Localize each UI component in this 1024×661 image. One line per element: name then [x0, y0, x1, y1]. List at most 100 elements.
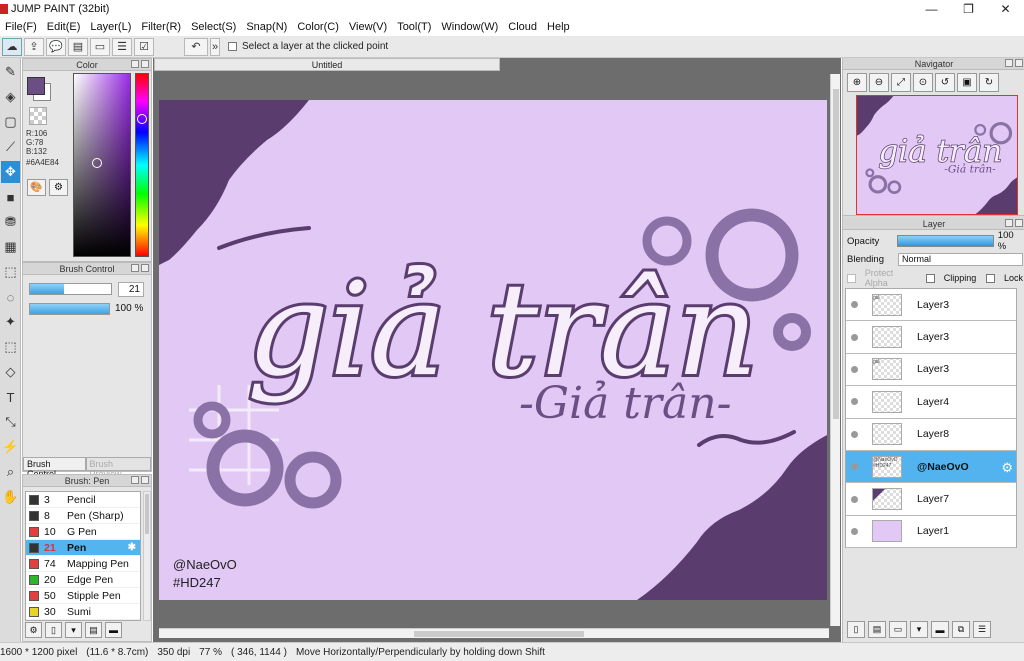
layer-row[interactable]: @NaeOvO #HD247 @NaeOvO ⚙: [846, 450, 1016, 484]
brush-list-scrollbar[interactable]: [143, 491, 151, 621]
navigator-preview[interactable]: giả trân -Giả trân-: [856, 95, 1018, 215]
copy-layer-icon[interactable]: ⧉: [952, 621, 970, 638]
panel-close-icon[interactable]: [1015, 59, 1023, 67]
tab-brush-control[interactable]: Brush Control: [23, 457, 86, 479]
actual-size-icon[interactable]: ▣: [957, 73, 977, 92]
brush-copy-icon[interactable]: ▤: [85, 622, 102, 638]
text-tool-icon[interactable]: T: [1, 386, 20, 408]
clipping-checkbox[interactable]: [926, 273, 935, 283]
select-layer-checkbox[interactable]: [228, 42, 237, 51]
operation-tool-icon[interactable]: ⤡: [1, 411, 20, 433]
magic-wand-icon[interactable]: ✦: [1, 311, 20, 333]
protect-alpha-checkbox[interactable]: [847, 273, 856, 283]
layer-row[interactable]: Layer8: [846, 419, 1016, 451]
panel-close-icon[interactable]: [1015, 219, 1023, 227]
brush-settings-icon[interactable]: ⚙: [25, 622, 42, 638]
layer-opacity-slider[interactable]: [897, 235, 994, 247]
new-halftone-layer-icon[interactable]: ▤: [868, 621, 886, 638]
hand-tool-icon[interactable]: ✋: [1, 486, 20, 508]
layer-row[interactable]: giả Layer3: [846, 289, 1016, 322]
brush-tool-icon[interactable]: ✎: [1, 61, 20, 83]
menu-cloud[interactable]: Cloud: [503, 21, 542, 33]
panel-undock-icon[interactable]: [131, 60, 139, 68]
panel-undock-icon[interactable]: [131, 476, 139, 484]
select-pen-icon[interactable]: ⬚: [1, 336, 20, 358]
brush-item[interactable]: 3 Pencil: [26, 492, 140, 508]
brush-item[interactable]: 74 Mapping Pen: [26, 556, 140, 572]
canvas-horizontal-scrollbar[interactable]: [159, 628, 829, 638]
panel-close-icon[interactable]: [141, 60, 149, 68]
layer-settings-gear-icon[interactable]: ⚙: [1001, 460, 1013, 476]
visibility-toggle[interactable]: [846, 398, 862, 406]
zoom-reset-icon[interactable]: ⊙: [913, 73, 933, 92]
zoom-out-icon[interactable]: ⊖: [869, 73, 889, 92]
visibility-toggle[interactable]: [846, 495, 862, 503]
visibility-toggle[interactable]: [846, 301, 862, 309]
menu-filter[interactable]: Filter(R): [136, 21, 186, 33]
comment-icon[interactable]: 💬: [46, 37, 66, 56]
foreground-color-swatch[interactable]: [27, 77, 45, 95]
panel-close-icon[interactable]: [141, 264, 149, 272]
menu-edit[interactable]: Edit(E): [42, 21, 86, 33]
list-icon[interactable]: ☰: [112, 37, 132, 56]
bucket-tool-icon[interactable]: ⛃: [1, 211, 20, 233]
menu-view[interactable]: View(V): [344, 21, 392, 33]
brush-item[interactable]: 20 Edge Pen: [26, 572, 140, 588]
palette-icon[interactable]: 🎨: [27, 179, 46, 196]
new-folder-icon[interactable]: ▬: [931, 621, 949, 638]
select-layer-option[interactable]: Select a layer at the clicked point: [228, 41, 388, 52]
visibility-toggle[interactable]: [846, 527, 862, 535]
rotate-right-icon[interactable]: ↻: [979, 73, 999, 92]
new-layer-icon[interactable]: ▯: [847, 621, 865, 638]
hue-slider[interactable]: [135, 73, 149, 257]
menu-color[interactable]: Color(C): [292, 21, 344, 33]
cloud-icon[interactable]: ☁: [2, 37, 22, 56]
gradient-tool-icon[interactable]: ▦: [1, 236, 20, 258]
expand-icon[interactable]: »: [210, 37, 220, 56]
color-picker-cursor[interactable]: [92, 158, 102, 168]
panel-close-icon[interactable]: [141, 476, 149, 484]
zoom-in-icon[interactable]: ⊕: [847, 73, 867, 92]
layer-row[interactable]: Layer3: [846, 321, 1016, 354]
rectangle-tool-icon[interactable]: ▢: [1, 111, 20, 133]
panel-undock-icon[interactable]: [131, 264, 139, 272]
undo-icon[interactable]: ↶: [184, 37, 208, 56]
eyedropper-icon[interactable]: ⌕: [1, 461, 20, 483]
lasso-icon[interactable]: ◌: [1, 286, 20, 308]
checklist-icon[interactable]: ☑: [134, 37, 154, 56]
layer-row[interactable]: Layer1: [846, 516, 1016, 549]
new-layer-menu-icon[interactable]: ▾: [910, 621, 928, 638]
menu-file[interactable]: File(F): [0, 21, 42, 33]
menu-select[interactable]: Select(S): [186, 21, 241, 33]
brush-item[interactable]: 10 G Pen: [26, 524, 140, 540]
fit-window-icon[interactable]: ⤢: [891, 73, 911, 92]
divide-tool-icon[interactable]: ⚡: [1, 436, 20, 458]
menu-snap[interactable]: Snap(N): [241, 21, 292, 33]
brush-opacity-slider[interactable]: [29, 303, 110, 315]
hue-cursor[interactable]: [137, 114, 147, 124]
page-icon[interactable]: ▭: [90, 37, 110, 56]
eraser-tool-icon[interactable]: ◈: [1, 86, 20, 108]
panel-undock-icon[interactable]: [1005, 59, 1013, 67]
canvas-vertical-scrollbar[interactable]: [830, 74, 840, 626]
new-brush-icon[interactable]: ▯: [45, 622, 62, 638]
canvas-tab[interactable]: Untitled: [154, 58, 500, 71]
new-text-layer-icon[interactable]: ▭: [889, 621, 907, 638]
visibility-toggle[interactable]: [846, 430, 862, 438]
blending-select[interactable]: Normal: [897, 252, 1023, 266]
select-eraser-icon[interactable]: ◇: [1, 361, 20, 383]
transparent-color-swatch[interactable]: [29, 107, 47, 125]
message-icon[interactable]: ▤: [68, 37, 88, 56]
brush-item[interactable]: 21 Pen ✱: [26, 540, 140, 556]
layer-menu-icon[interactable]: ☰: [973, 621, 991, 638]
fill-rect-tool-icon[interactable]: ■: [1, 186, 20, 208]
visibility-toggle[interactable]: [846, 365, 862, 373]
menu-window[interactable]: Window(W): [436, 21, 503, 33]
brush-item[interactable]: 8 Pen (Sharp): [26, 508, 140, 524]
maximize-button[interactable]: ❐: [950, 0, 987, 18]
line-tool-icon[interactable]: ⟋: [1, 136, 20, 158]
lock-checkbox[interactable]: [986, 273, 995, 283]
brush-settings-gear-icon[interactable]: ✱: [128, 542, 136, 553]
close-button[interactable]: ✕: [987, 0, 1024, 18]
layer-row[interactable]: giả Layer3: [846, 354, 1016, 387]
